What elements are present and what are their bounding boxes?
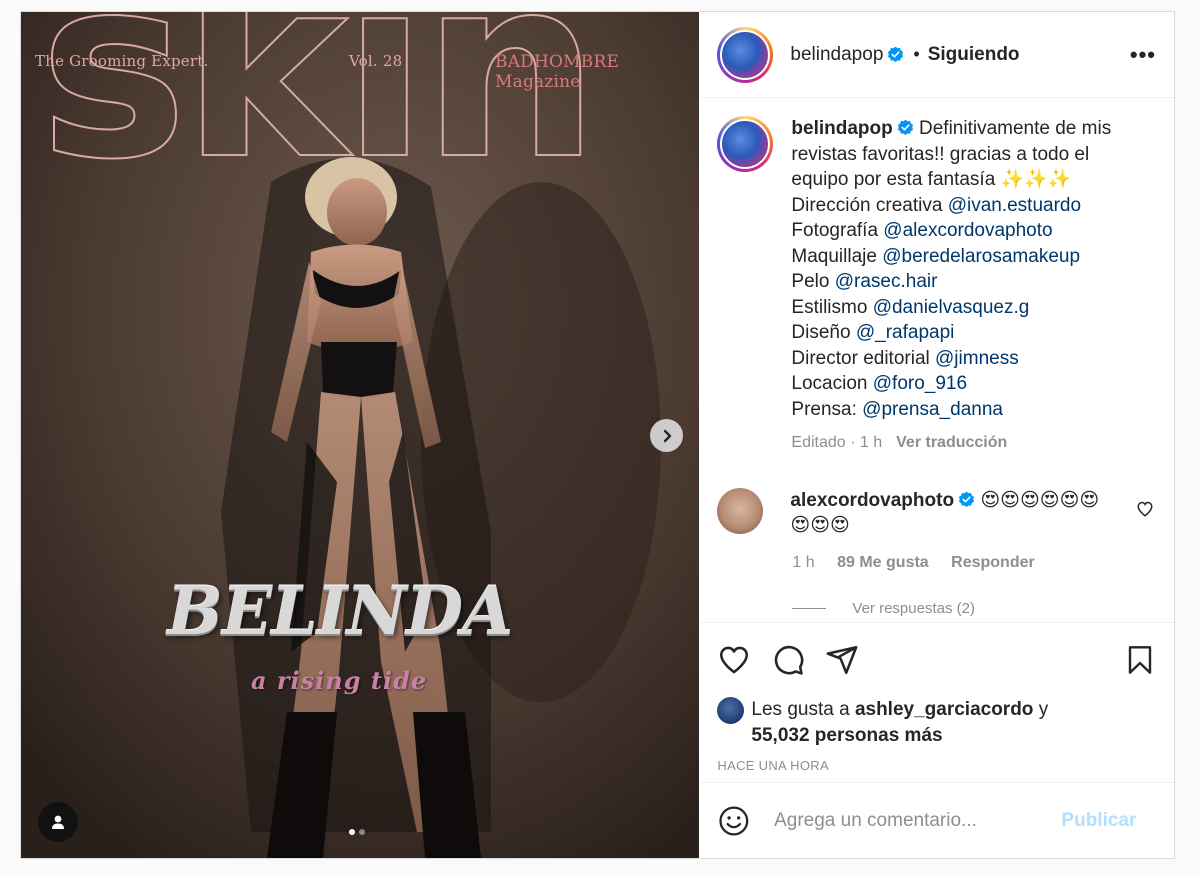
- likes-summary: Les gusta a ashley_garciacordo y 55,032 …: [699, 697, 1174, 749]
- credit-role: Fotografía: [791, 220, 879, 241]
- post-header: belindapop • Siguiendo •••: [699, 12, 1174, 98]
- credit-mention[interactable]: @danielvasquez.g: [873, 297, 1030, 318]
- comment-text: alexcordovaphoto 😍😍😍😍😍😍😍😍😍: [790, 488, 1110, 538]
- credit-mention[interactable]: @_rafapapi: [856, 322, 955, 343]
- like-comment-heart-icon[interactable]: [1136, 500, 1154, 518]
- cover-subtitle: a rising tide: [251, 666, 428, 695]
- commenter-avatar[interactable]: [717, 487, 764, 534]
- credit-role: Director editorial: [791, 347, 930, 369]
- edited-label: Editado · 1 h: [791, 434, 883, 451]
- cover-tagline: The Grooming Expert.: [35, 52, 209, 70]
- credit-role: Estilismo: [791, 296, 868, 318]
- publish-button[interactable]: Publicar: [1061, 810, 1136, 832]
- carousel-dot: [359, 829, 365, 835]
- action-bar: [699, 623, 1174, 697]
- likes-count[interactable]: 55,032 personas más: [751, 725, 942, 746]
- commenter-username[interactable]: alexcordovaphoto: [790, 490, 954, 511]
- emoji-icon[interactable]: [717, 804, 751, 838]
- verified-badge-icon: [958, 491, 975, 507]
- cover-volume: Vol. 28: [349, 52, 403, 70]
- cover-name: BELINDA: [167, 572, 513, 650]
- credit-role: Pelo: [791, 271, 830, 292]
- instagram-post: skin The Grooming Expert. Vol. 28 BADHOM…: [20, 11, 1175, 859]
- user-icon: [52, 815, 64, 829]
- follow-status-button[interactable]: Siguiendo: [928, 44, 1020, 66]
- comment-bubble-icon[interactable]: [771, 643, 805, 677]
- credit-role: Prensa:: [791, 398, 857, 420]
- caption-username[interactable]: belindapop: [791, 118, 892, 139]
- comment-likes[interactable]: 89 Me gusta: [837, 554, 929, 571]
- post-image[interactable]: skin The Grooming Expert. Vol. 28 BADHOM…: [21, 12, 700, 858]
- comments-section[interactable]: belindapop Definitivamente de mis revist…: [699, 98, 1174, 623]
- credit-role: Locacion: [791, 373, 868, 394]
- carousel-dot-active: [349, 829, 355, 835]
- credit-role: Diseño: [791, 322, 851, 343]
- cover-title: skin: [38, 12, 601, 214]
- translate-button[interactable]: Ver traducción: [896, 434, 1007, 451]
- replies-divider: [792, 607, 827, 609]
- credit-mention[interactable]: @rasec.hair: [835, 271, 938, 292]
- like-heart-icon[interactable]: [717, 643, 751, 677]
- post-timestamp: HACE UNA HORA: [717, 758, 829, 773]
- post-caption: belindapop Definitivamente de mis revist…: [717, 116, 1156, 456]
- credit-mention[interactable]: @foro_916: [873, 373, 967, 394]
- caption-text: belindapop Definitivamente de mis revist…: [791, 116, 1141, 456]
- comment-composer: Publicar: [699, 782, 1175, 858]
- credit-mention[interactable]: @prensa_danna: [862, 399, 1003, 420]
- cover-magazine-name: BADHOMBRE Magazine: [495, 52, 620, 92]
- credit-mention[interactable]: @beredelarosamakeup: [882, 246, 1080, 267]
- carousel-indicator: [349, 829, 365, 835]
- view-replies-label: Ver respuestas (2): [852, 599, 975, 617]
- likes-prefix: Les gusta a: [751, 699, 850, 720]
- tagged-users-button[interactable]: [38, 802, 78, 842]
- liker-avatar[interactable]: [717, 697, 745, 724]
- author-username[interactable]: belindapop: [790, 44, 883, 66]
- liker-username[interactable]: ashley_garciacordo: [855, 699, 1033, 720]
- credit-mention[interactable]: @ivan.estuardo: [948, 195, 1081, 216]
- credit-role: Maquillaje: [791, 245, 877, 267]
- credit-mention[interactable]: @jimness: [935, 348, 1019, 369]
- header-separator: •: [913, 44, 920, 64]
- more-options-button[interactable]: •••: [1130, 42, 1156, 68]
- save-bookmark-icon[interactable]: [1124, 643, 1156, 677]
- verified-badge-icon: [897, 119, 913, 135]
- chevron-right-icon: [663, 429, 671, 442]
- reply-button[interactable]: Responder: [951, 554, 1035, 571]
- credit-role: Dirección creativa: [791, 194, 943, 216]
- comment-item: alexcordovaphoto 😍😍😍😍😍😍😍😍😍: [717, 487, 1156, 538]
- comment-input[interactable]: [774, 809, 1062, 832]
- view-replies-button[interactable]: Ver respuestas (2): [792, 600, 1156, 617]
- likes-and: y: [1038, 699, 1049, 720]
- likes-text: Les gusta a ashley_garciacordo y 55,032 …: [751, 697, 1048, 749]
- comment-time: 1 h: [792, 553, 815, 571]
- comment-meta: 1 h 89 Me gusta Responder: [792, 554, 1156, 572]
- next-slide-button[interactable]: [650, 419, 683, 452]
- verified-badge-icon: [888, 46, 904, 62]
- share-send-icon[interactable]: [825, 643, 859, 677]
- author-avatar[interactable]: [717, 26, 774, 83]
- caption-meta: Editado · 1 h Ver traducción: [791, 430, 1141, 456]
- credit-mention[interactable]: @alexcordovaphoto: [883, 220, 1052, 241]
- post-sidebar: belindapop • Siguiendo ••• belindapop De…: [699, 12, 1175, 858]
- caption-author-avatar[interactable]: [717, 116, 774, 172]
